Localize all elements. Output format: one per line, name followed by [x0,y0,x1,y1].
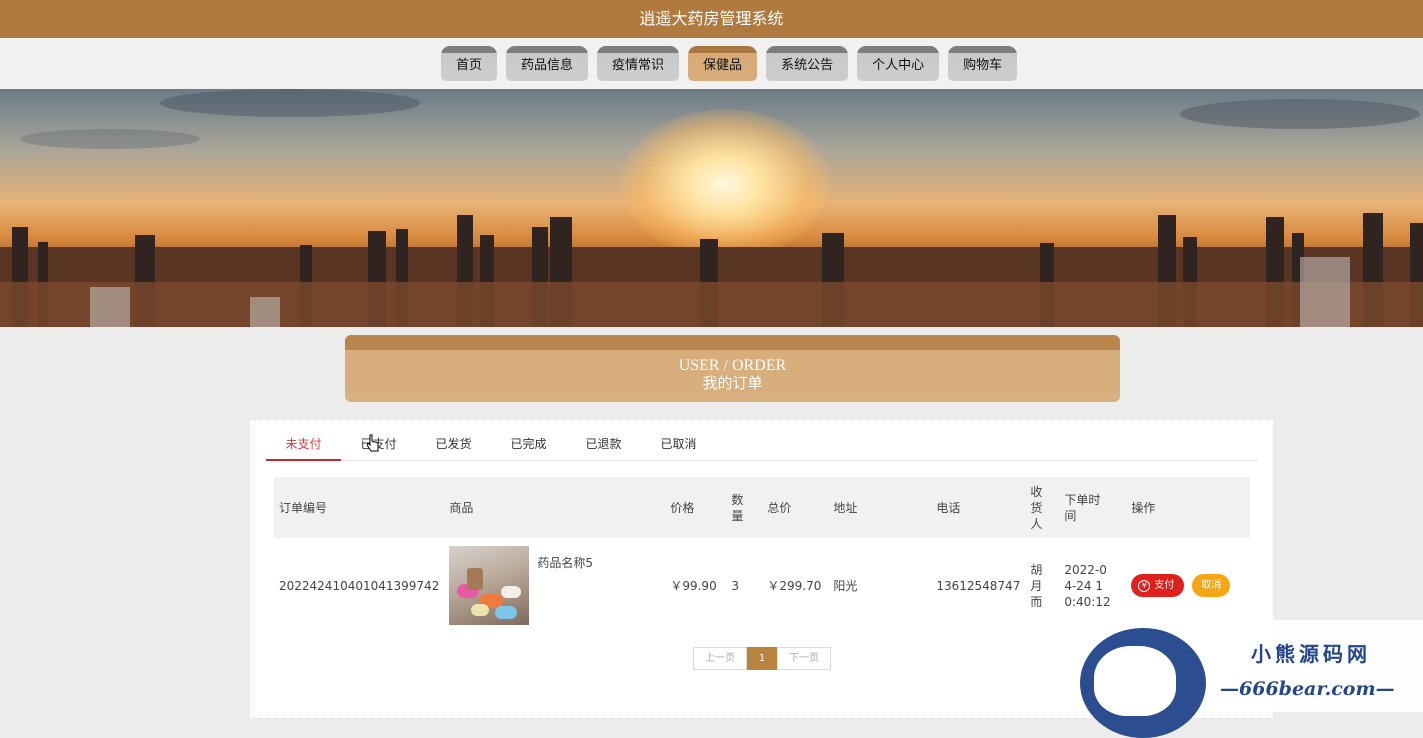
banner-image [0,89,1423,327]
col-price: 价格 [670,500,695,515]
col-address: 地址 [833,500,858,515]
product-name[interactable]: 药品名称5 [537,555,593,571]
order-time: 2022-04-24 10:40:12 [1064,562,1111,609]
product-thumbnail[interactable] [449,546,530,625]
cancel-button[interactable]: 取消 [1192,573,1231,597]
order-no: 202242410401041399742 [279,578,440,593]
table-header-row: 订单编号 商品 价格 数量 总价 地址 电话 收货人 下单时间 操作 [274,477,1250,538]
quantity: 3 [731,578,739,593]
orders-table: 订单编号 商品 价格 数量 总价 地址 电话 收货人 下单时间 操作 20224… [274,477,1250,633]
col-total: 总价 [767,500,792,515]
section-title-cn: 我的订单 [702,376,763,392]
section-title-en: USER / ORDER [678,357,787,374]
nav-item-epidemic-knowledge[interactable]: 疫情常识 [597,46,680,81]
col-time: 下单时间 [1064,492,1101,523]
tab-shipped[interactable]: 已发货 [416,431,491,461]
product-cell: 药品名称5 [444,538,665,633]
col-receiver: 收货人 [1030,484,1043,531]
nav-item-home[interactable]: 首页 [441,46,498,81]
bear-logo-icon [1080,628,1206,738]
nav-item-announcements[interactable]: 系统公告 [766,46,849,81]
nav-item-cart[interactable]: 购物车 [948,46,1018,81]
col-qty: 数量 [731,492,744,523]
nav-item-medicine-info[interactable]: 药品信息 [506,46,589,81]
app-title: 逍遥大药房管理系统 [0,0,1423,38]
operations: ¥ 支付 取消 [1126,538,1250,633]
pay-label: 支付 [1154,579,1175,591]
order-status-tabs: 未支付 已支付 已发货 已完成 已退款 已取消 [266,431,1258,461]
watermark-url: —666bear.com— [1220,678,1395,700]
yen-icon: ¥ [1138,579,1151,592]
tab-completed[interactable]: 已完成 [491,431,566,461]
tab-cancelled[interactable]: 已取消 [641,431,716,461]
nav-bar: 首页 药品信息 疫情常识 保健品 系统公告 个人中心 购物车 [0,38,1423,89]
tab-unpaid[interactable]: 未支付 [266,431,341,461]
price: ￥99.90 [670,578,717,593]
table-row: 202242410401041399742 药品名称5 ￥99.90 3 ￥29… [274,538,1250,633]
address: 阳光 [833,578,858,593]
next-page-button[interactable]: 下一页 [777,647,831,670]
section-header: USER / ORDER 我的订单 [345,335,1120,402]
pagination: 上一页 1 下一页 [693,647,831,670]
current-page[interactable]: 1 [747,647,777,670]
mouse-cursor-icon [367,434,379,452]
tab-refunded[interactable]: 已退款 [566,431,641,461]
col-ops: 操作 [1131,500,1156,515]
city-skyline [0,213,1423,327]
prev-page-button[interactable]: 上一页 [693,647,747,670]
pay-button[interactable]: ¥ 支付 [1131,574,1185,598]
nav-item-personal-center[interactable]: 个人中心 [857,46,940,81]
receiver: 胡月而 [1030,562,1043,609]
total-price: ￥299.70 [767,578,822,593]
col-phone: 电话 [936,500,961,515]
col-order-no: 订单编号 [279,500,328,515]
col-product: 商品 [449,500,474,515]
nav-item-health-products[interactable]: 保健品 [688,46,758,81]
watermark-title: 小熊源码网 [1251,642,1371,666]
watermark-card: 小熊源码网 —666bear.com— [1213,620,1423,712]
phone: 13612548747 [936,578,1021,593]
watermark: 小熊源码网 —666bear.com— [1080,620,1423,738]
main-nav: 首页 药品信息 疫情常识 保健品 系统公告 个人中心 购物车 [441,46,1018,81]
